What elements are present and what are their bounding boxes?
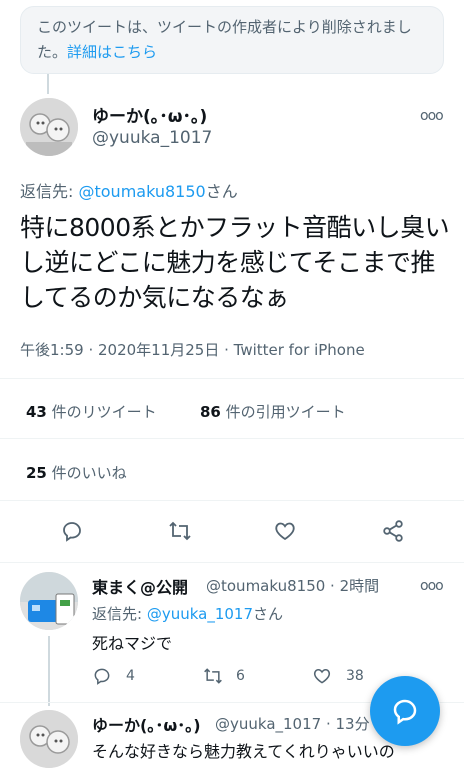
reply-tweet-text: 死ねマジで: [92, 634, 173, 653]
replying-to-prefix: 返信先:: [20, 182, 79, 201]
mention-link[interactable]: @toumaku8150: [78, 182, 205, 201]
replying-to: 返信先: @toumaku8150さん: [20, 178, 238, 202]
avatar[interactable]: [20, 98, 78, 156]
next-author-name[interactable]: ゆーか(｡･ω･｡): [92, 712, 201, 736]
avatar[interactable]: [20, 710, 78, 768]
thread-line: [47, 74, 49, 94]
likes-stat[interactable]: 25 件のいいね: [26, 462, 127, 483]
more-options-icon[interactable]: ooo: [420, 108, 444, 124]
avatar-image: [20, 572, 78, 630]
tweet-text: 特に8000系とかフラット音酷いし臭いし逆にどこに魅力を感じてそこまで推してるの…: [20, 213, 450, 312]
likes-count: 25: [26, 464, 47, 482]
next-author-handle[interactable]: @yuuka_1017 · 13分: [215, 713, 370, 734]
likes-label: 件のいいね: [46, 464, 127, 482]
replying-to-prefix: 返信先:: [92, 605, 147, 623]
reply-icon: [94, 668, 110, 685]
quotes-count: 86: [200, 403, 221, 421]
mention-link[interactable]: @yuuka_1017: [147, 605, 253, 623]
tweet-timestamp[interactable]: 午後1:59 · 2020年11月25日 · Twitter for iPhon…: [20, 339, 365, 360]
deleted-tweet-notice: このツイートは、ツイートの作成者により削除されました。詳細はこちら: [20, 6, 444, 74]
heart-icon: [313, 668, 331, 684]
retweet-count: 6: [236, 668, 245, 684]
retweet-icon: [204, 668, 222, 684]
avatar[interactable]: [20, 572, 78, 630]
quotes-label: 件の引用ツイート: [220, 403, 346, 421]
like-button[interactable]: 38: [312, 666, 364, 686]
compose-reply-button[interactable]: [370, 676, 440, 746]
like-count: 38: [346, 668, 364, 684]
details-link[interactable]: 詳細はこちら: [67, 43, 157, 61]
reply-count: 4: [126, 668, 135, 684]
share-icon: [383, 520, 403, 542]
avatar-image: [20, 98, 78, 156]
divider: [0, 378, 464, 379]
reply-bubble-icon: [393, 699, 417, 725]
reply-button[interactable]: [57, 516, 87, 546]
like-button[interactable]: [270, 516, 300, 546]
share-button[interactable]: [378, 516, 408, 546]
reply-button[interactable]: 4: [92, 666, 135, 686]
divider: [0, 562, 464, 563]
more-options-icon[interactable]: ooo: [420, 578, 444, 594]
reply-author-handle[interactable]: @toumaku8150 · 2時間: [206, 575, 379, 596]
retweets-label: 件のリツイート: [46, 403, 157, 421]
retweet-button[interactable]: [165, 516, 195, 546]
retweet-button[interactable]: 6: [202, 666, 245, 686]
avatar-image: [20, 710, 78, 768]
quotes-stat[interactable]: 86 件の引用ツイート: [200, 401, 346, 422]
heart-icon: [275, 522, 295, 541]
thread-line: [48, 636, 50, 706]
divider: [0, 438, 464, 439]
author-handle[interactable]: @yuuka_1017: [92, 128, 212, 148]
author-name[interactable]: ゆーか(｡･ω･｡): [92, 102, 207, 127]
reply-icon: [63, 522, 81, 542]
replying-to-suffix: さん: [205, 182, 238, 201]
replying-to: 返信先: @yuuka_1017さん: [92, 603, 283, 624]
replying-to-suffix: さん: [253, 605, 284, 623]
retweet-icon: [169, 521, 191, 541]
retweets-count: 43: [26, 403, 47, 421]
retweets-stat[interactable]: 43 件のリツイート: [26, 401, 157, 422]
reply-author-name[interactable]: 東まく@公開: [92, 574, 188, 598]
next-tweet-text: そんな好きなら魅力教えてくれりゃいいの: [92, 742, 395, 761]
divider: [0, 500, 464, 501]
